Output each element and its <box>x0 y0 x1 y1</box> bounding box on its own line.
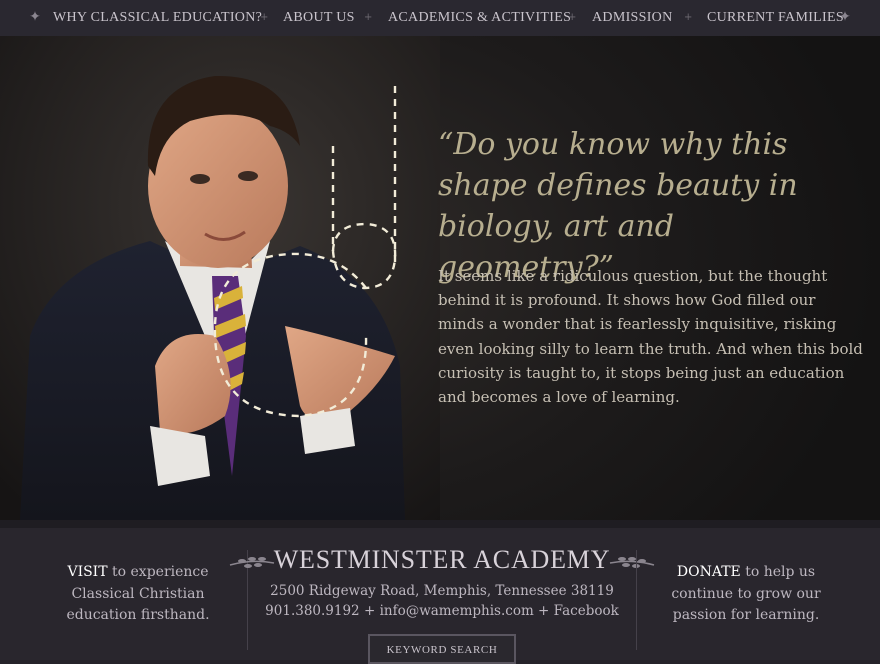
ornament-icon: ✦ <box>29 9 41 25</box>
student-photo <box>0 36 440 520</box>
email-link[interactable]: info@wamemphis.com <box>380 603 534 619</box>
donate-block: DONATE to help us continue to grow our p… <box>646 562 846 627</box>
hero-section: “Do you know why this shape defines beau… <box>0 36 880 520</box>
brand-name: WESTMINSTER ACADEMY <box>273 545 611 574</box>
footer-divider <box>636 550 637 650</box>
nav-item-current-families[interactable]: CURRENT FAMILIES <box>707 0 844 36</box>
visit-block: VISIT to experience Classical Christian … <box>38 562 238 627</box>
nav-separator: + <box>260 12 269 23</box>
nav-separator: + <box>364 12 373 23</box>
nav-item-academics[interactable]: ACADEMICS & ACTIVITIES <box>388 0 571 36</box>
nav-item-about-us[interactable]: ABOUT US <box>283 0 355 36</box>
laurel-left-icon <box>229 557 275 568</box>
nav-separator: + <box>568 12 577 23</box>
contact-separator: + <box>533 602 554 619</box>
main-nav: ✦ WHY CLASSICAL EDUCATION? + ABOUT US + … <box>0 0 880 37</box>
donate-link[interactable]: DONATE <box>677 564 741 580</box>
nav-separator: + <box>684 12 693 23</box>
contact-separator: + <box>359 602 380 619</box>
address-text: 2500 Ridgeway Road, Memphis, Tennessee 3… <box>270 583 614 599</box>
nav-item-admission[interactable]: ADMISSION <box>592 0 673 36</box>
ornament-icon: ✦ <box>839 9 851 25</box>
contact-line: 901.380.9192 + info@wamemphis.com + Face… <box>248 602 636 622</box>
visit-link[interactable]: VISIT <box>67 564 107 580</box>
brand-block: WESTMINSTER ACADEMY <box>228 540 656 580</box>
hero-body-text: It seems like a ridiculous question, but… <box>438 267 863 407</box>
nav-item-why-classical[interactable]: WHY CLASSICAL EDUCATION? <box>53 0 262 36</box>
address-block: 2500 Ridgeway Road, Memphis, Tennessee 3… <box>248 582 636 621</box>
footer: VISIT to experience Classical Christian … <box>0 520 880 664</box>
phone-link[interactable]: 901.380.9192 <box>265 603 359 619</box>
facebook-link[interactable]: Facebook <box>554 603 619 619</box>
